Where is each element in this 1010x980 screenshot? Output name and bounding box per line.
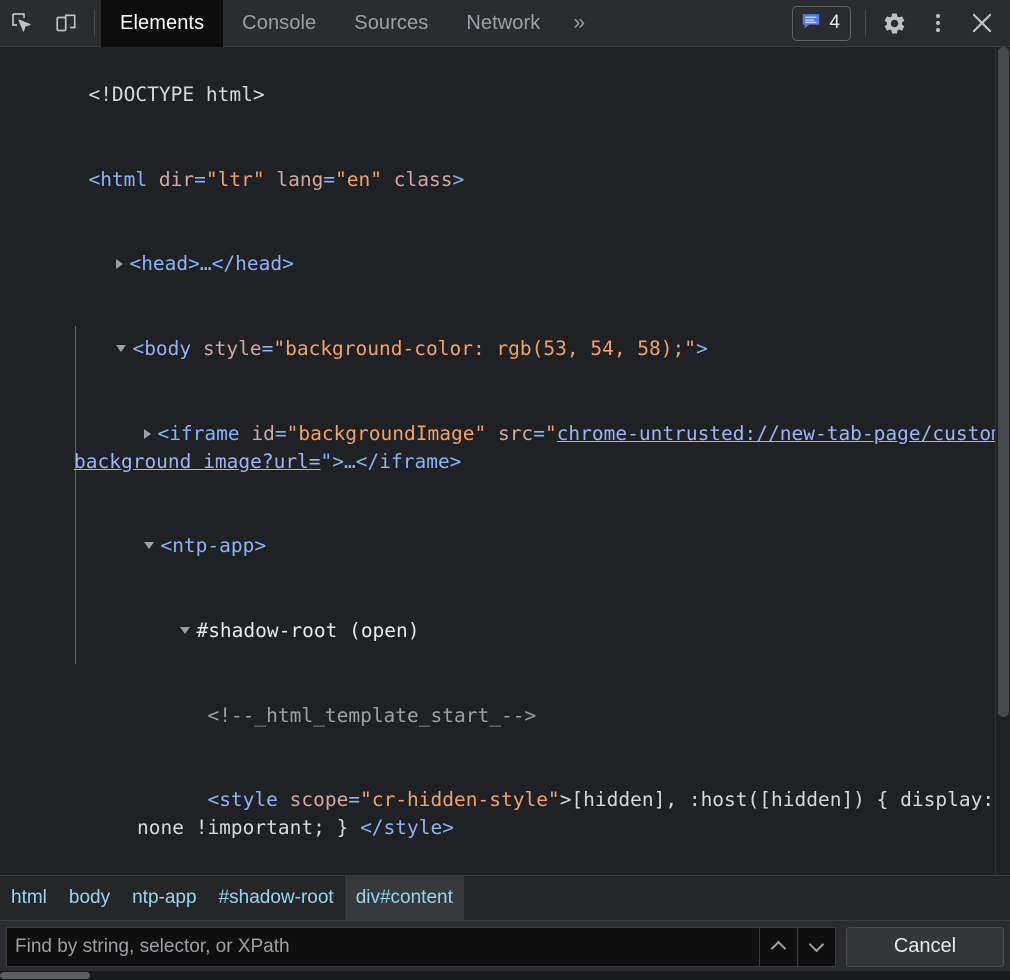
collapse-arrow-body[interactable]	[116, 345, 126, 352]
search-field-container[interactable]	[6, 927, 836, 967]
iframe-tag-end: ">…</iframe>	[321, 450, 462, 473]
close-devtools-button[interactable]	[960, 0, 1004, 47]
gear-icon	[882, 11, 907, 36]
collapse-arrow-ntp-app[interactable]	[144, 542, 154, 549]
expand-arrow-head[interactable]	[116, 259, 123, 269]
dom-node-doctype[interactable]: <!DOCTYPE html>	[0, 53, 1010, 138]
tab-network[interactable]: Network	[447, 0, 559, 47]
device-toolbar-button[interactable]	[44, 0, 88, 47]
dom-node-comment-start[interactable]: <!--_html_template_start_-->	[0, 673, 1010, 758]
html-tag-close-bracket: >	[452, 168, 464, 191]
tab-sources[interactable]: Sources	[335, 0, 447, 47]
chevron-up-icon	[771, 941, 787, 957]
issues-message-icon	[800, 10, 822, 37]
dom-node-shadow-root[interactable]: #shadow-root (open)	[0, 589, 1010, 674]
inspect-cursor-icon	[10, 11, 34, 35]
horizontal-scrollbar-thumb[interactable]	[0, 972, 90, 979]
dom-node-head[interactable]: <head>…</head>	[0, 222, 1010, 307]
search-input[interactable]	[11, 928, 759, 966]
horizontal-scrollbar[interactable]	[0, 971, 1010, 980]
style-tag-open: <style	[207, 788, 289, 811]
breadcrumb: html body ntp-app #shadow-root div#conte…	[0, 875, 1010, 920]
device-toolbar-icon	[54, 11, 78, 35]
chevron-down-icon	[809, 937, 825, 953]
toolbar-right-group: 4	[792, 0, 1010, 47]
attr-id: id	[251, 422, 274, 445]
attr-dir: dir	[159, 168, 194, 191]
breadcrumb-label: div#content	[356, 887, 453, 909]
attr-scope-value: "cr-hidden-style"	[360, 788, 560, 811]
attr-style-value: "background-color: rgb(53, 54, 58);"	[273, 337, 696, 360]
breadcrumb-item-ntp-app[interactable]: ntp-app	[121, 876, 207, 920]
inspect-element-button[interactable]	[0, 0, 44, 47]
devtools-toolbar: Elements Console Sources Network » 4	[0, 0, 1010, 47]
scrollbar-thumb[interactable]	[998, 47, 1009, 717]
style-tag-close: </style>	[360, 816, 454, 839]
breadcrumb-item-shadow-root[interactable]: #shadow-root	[208, 876, 345, 920]
attr-class: class	[394, 168, 453, 191]
attr-src: src	[498, 422, 533, 445]
attr-scope: scope	[290, 788, 349, 811]
dom-node-style-hidden[interactable]: <style scope="cr-hidden-style">[hidden],…	[0, 758, 1010, 871]
tab-console[interactable]: Console	[223, 0, 335, 47]
dom-node-ntp-app[interactable]: <ntp-app>	[0, 504, 1010, 589]
shadow-root-label: #shadow-root (open)	[196, 619, 419, 642]
tab-sources-label: Sources	[354, 12, 428, 35]
close-icon	[969, 10, 995, 36]
tab-console-label: Console	[242, 12, 316, 35]
toolbar-divider-2	[865, 10, 866, 36]
expand-arrow-iframe[interactable]	[144, 429, 151, 439]
attr-style: style	[203, 337, 262, 360]
breadcrumb-item-div-content[interactable]: div#content	[345, 876, 464, 920]
issues-count: 4	[829, 12, 840, 34]
dom-node-iframe[interactable]: <iframe id="backgroundImage" src="chrome…	[0, 391, 1010, 504]
tab-elements[interactable]: Elements	[101, 0, 223, 47]
panel-tabs: Elements Console Sources Network »	[101, 0, 599, 47]
tab-network-label: Network	[466, 12, 540, 35]
breadcrumb-label: body	[69, 887, 110, 909]
iframe-tag-open: <iframe	[157, 422, 251, 445]
issues-button[interactable]: 4	[792, 6, 851, 41]
body-tag-open: <body	[132, 337, 202, 360]
cancel-button-label: Cancel	[894, 935, 956, 958]
breadcrumb-item-body[interactable]: body	[58, 876, 121, 920]
chevron-double-right-icon: »	[573, 11, 585, 35]
cancel-button[interactable]: Cancel	[846, 927, 1004, 967]
breadcrumb-label: ntp-app	[132, 887, 196, 909]
dom-node-body[interactable]: <body style="background-color: rgb(53, 5…	[0, 307, 1010, 392]
breadcrumb-label: html	[11, 887, 47, 909]
settings-button[interactable]	[872, 0, 916, 47]
vertical-dots-icon	[936, 14, 940, 32]
search-next-button[interactable]	[797, 928, 835, 966]
attr-lang-value: "en"	[335, 168, 382, 191]
tab-elements-label: Elements	[120, 12, 204, 35]
dom-tree-content: <!DOCTYPE html> <html dir="ltr" lang="en…	[0, 47, 1010, 875]
comment-template-start: <!--_html_template_start_-->	[207, 704, 536, 727]
doctype-text: <!DOCTYPE html>	[88, 83, 264, 106]
html-tag-open: <html	[88, 168, 158, 191]
dom-tree-panel[interactable]: <!DOCTYPE html> <html dir="ltr" lang="en…	[0, 47, 1010, 875]
dom-node-html[interactable]: <html dir="ltr" lang="en" class>	[0, 138, 1010, 223]
attr-id-value: "backgroundImage"	[287, 422, 487, 445]
dom-tree-vertical-scrollbar[interactable]	[995, 47, 1010, 875]
attr-dir-value: "ltr"	[206, 168, 265, 191]
more-tabs-button[interactable]: »	[559, 0, 599, 47]
head-tag: <head>…</head>	[129, 252, 293, 275]
breadcrumb-label: #shadow-root	[219, 887, 334, 909]
toolbar-divider	[94, 10, 95, 36]
search-prev-button[interactable]	[759, 928, 797, 966]
search-bar: Cancel	[0, 920, 1010, 972]
more-options-button[interactable]	[916, 0, 960, 47]
ntp-app-tag-open: <ntp-app>	[160, 534, 266, 557]
breadcrumb-item-html[interactable]: html	[0, 876, 58, 920]
collapse-arrow-shadow-root[interactable]	[180, 627, 190, 634]
attr-lang: lang	[276, 168, 323, 191]
